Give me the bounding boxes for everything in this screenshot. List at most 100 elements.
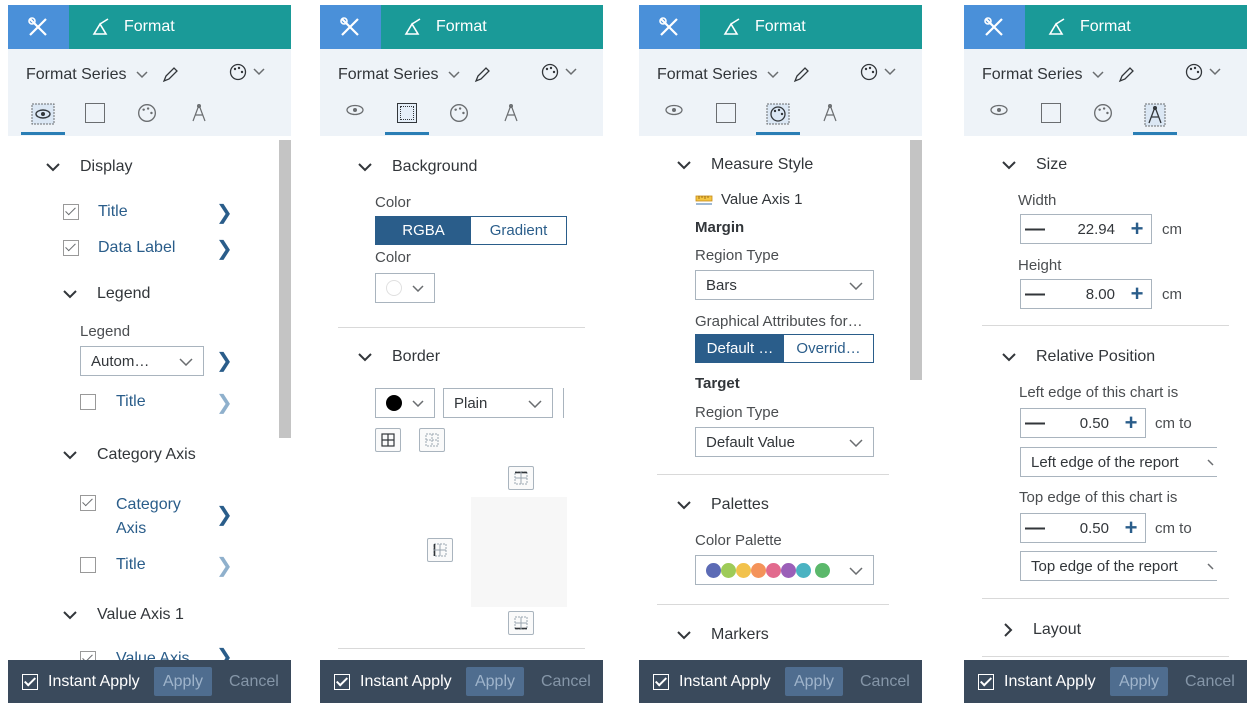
tab-background[interactable] xyxy=(707,99,745,135)
format-series-label[interactable]: Format Series xyxy=(982,66,1082,84)
checkbox-checked[interactable] xyxy=(63,240,79,256)
instant-apply-toggle[interactable]: Instant Apply xyxy=(334,673,452,691)
palette-menu[interactable] xyxy=(541,63,577,81)
pencil-icon[interactable] xyxy=(793,67,810,83)
scrollbar[interactable] xyxy=(279,140,291,438)
segment-default[interactable]: Default … xyxy=(696,335,784,362)
list-item-category-axis[interactable]: Category Axis xyxy=(80,493,181,541)
tab-size-position[interactable] xyxy=(811,99,849,135)
tab-background[interactable] xyxy=(385,99,429,135)
chevron-right-icon[interactable]: ❯ xyxy=(216,390,233,415)
tab-size-position[interactable] xyxy=(180,99,218,135)
border-left-button[interactable] xyxy=(427,538,453,562)
checkbox-checked[interactable] xyxy=(22,674,38,690)
increment-button[interactable]: + xyxy=(1123,281,1151,307)
chevron-right-icon[interactable]: ❯ xyxy=(216,644,233,661)
segment-rgba[interactable]: RGBA xyxy=(376,217,471,244)
tools-tab[interactable] xyxy=(8,5,69,49)
pencil-icon[interactable] xyxy=(1118,67,1135,83)
width-value[interactable]: 22.94 xyxy=(1049,221,1123,238)
apply-button[interactable]: Apply xyxy=(1110,667,1168,696)
tab-display[interactable] xyxy=(655,99,693,135)
palette-menu[interactable] xyxy=(229,63,265,81)
list-item-legend-title[interactable]: Title xyxy=(80,393,146,411)
format-series-label[interactable]: Format Series xyxy=(338,66,438,84)
list-item-data-label[interactable]: Data Label xyxy=(63,239,175,257)
color-picker[interactable] xyxy=(375,273,435,303)
color-palette-select[interactable] xyxy=(695,555,874,585)
decrement-button[interactable]: — xyxy=(1021,218,1049,241)
left-offset-stepper[interactable]: — 0.50 + xyxy=(1020,408,1146,438)
section-value-axis[interactable]: Value Axis 1 xyxy=(63,606,184,624)
palette-menu[interactable] xyxy=(860,63,896,81)
top-offset-value[interactable]: 0.50 xyxy=(1049,520,1117,537)
color-mode-segmented[interactable]: RGBA Gradient xyxy=(375,216,567,245)
checkbox-checked[interactable] xyxy=(80,495,96,511)
decrement-button[interactable]: — xyxy=(1021,412,1049,435)
instant-apply-toggle[interactable]: Instant Apply xyxy=(978,673,1096,691)
segment-gradient[interactable]: Gradient xyxy=(471,217,566,244)
format-tab[interactable]: Format xyxy=(92,16,175,38)
tools-tab[interactable] xyxy=(964,5,1025,49)
tab-background[interactable] xyxy=(76,99,114,135)
increment-button[interactable]: + xyxy=(1123,216,1151,242)
border-style-select[interactable]: Plain xyxy=(443,388,553,418)
border-all-button[interactable] xyxy=(375,428,401,452)
border-color-picker[interactable] xyxy=(375,388,435,418)
tools-tab[interactable] xyxy=(320,5,381,49)
instant-apply-toggle[interactable]: Instant Apply xyxy=(653,673,771,691)
tab-palette[interactable] xyxy=(756,99,800,135)
region-type-select[interactable]: Bars xyxy=(695,270,874,300)
checkbox-checked[interactable] xyxy=(334,674,350,690)
chevron-right-icon[interactable]: ❯ xyxy=(216,236,233,261)
checkbox-checked[interactable] xyxy=(653,674,669,690)
checkbox-checked[interactable] xyxy=(978,674,994,690)
section-relative-position[interactable]: Relative Position xyxy=(1002,348,1155,366)
instant-apply-toggle[interactable]: Instant Apply xyxy=(22,673,140,691)
list-item-title[interactable]: Title xyxy=(63,203,128,221)
checkbox-unchecked[interactable] xyxy=(80,557,96,573)
increment-button[interactable]: + xyxy=(1117,410,1145,436)
tab-size-position[interactable] xyxy=(1133,99,1177,135)
section-border[interactable]: Border xyxy=(358,348,440,366)
tools-tab[interactable] xyxy=(639,5,700,49)
checkbox-unchecked[interactable] xyxy=(80,394,96,410)
legend-select[interactable]: Autom… xyxy=(80,346,204,376)
left-offset-value[interactable]: 0.50 xyxy=(1049,415,1117,432)
section-display[interactable]: Display xyxy=(46,158,132,176)
tab-display[interactable] xyxy=(336,99,374,135)
decrement-button[interactable]: — xyxy=(1021,517,1049,540)
section-background[interactable]: Background xyxy=(358,158,477,176)
chevron-down-icon[interactable] xyxy=(136,71,148,79)
cancel-button[interactable]: Cancel xyxy=(541,673,591,691)
border-width-field[interactable] xyxy=(563,388,575,418)
pencil-icon[interactable] xyxy=(162,67,179,83)
section-measure-style[interactable]: Measure Style xyxy=(677,156,813,174)
apply-button[interactable]: Apply xyxy=(154,667,212,696)
tab-size-position[interactable] xyxy=(492,99,530,135)
section-layout[interactable]: Layout xyxy=(1004,621,1081,639)
top-offset-stepper[interactable]: — 0.50 + xyxy=(1020,513,1146,543)
format-tab[interactable]: Format xyxy=(404,16,487,38)
apply-button[interactable]: Apply xyxy=(466,667,524,696)
height-value[interactable]: 8.00 xyxy=(1049,286,1123,303)
chevron-right-icon[interactable]: ❯ xyxy=(216,200,233,225)
chevron-down-icon[interactable] xyxy=(767,71,779,79)
checkbox-checked[interactable] xyxy=(63,204,79,220)
target-region-select[interactable]: Default Value xyxy=(695,427,874,457)
chevron-down-icon[interactable] xyxy=(448,71,460,79)
increment-button[interactable]: + xyxy=(1117,515,1145,541)
format-tab[interactable]: Format xyxy=(723,16,806,38)
cancel-button[interactable]: Cancel xyxy=(860,673,910,691)
section-legend[interactable]: Legend xyxy=(63,285,150,303)
border-bottom-button[interactable] xyxy=(508,611,534,635)
border-none-button[interactable] xyxy=(419,428,445,452)
chevron-right-icon[interactable]: ❯ xyxy=(216,553,233,578)
format-series-label[interactable]: Format Series xyxy=(26,66,126,84)
segment-override[interactable]: Overrid… xyxy=(784,335,873,362)
tab-palette[interactable] xyxy=(440,99,478,135)
height-stepper[interactable]: — 8.00 + xyxy=(1020,279,1152,309)
apply-button[interactable]: Apply xyxy=(785,667,843,696)
top-edge-select[interactable]: Top edge of the report xyxy=(1020,551,1217,581)
tab-palette[interactable] xyxy=(128,99,166,135)
